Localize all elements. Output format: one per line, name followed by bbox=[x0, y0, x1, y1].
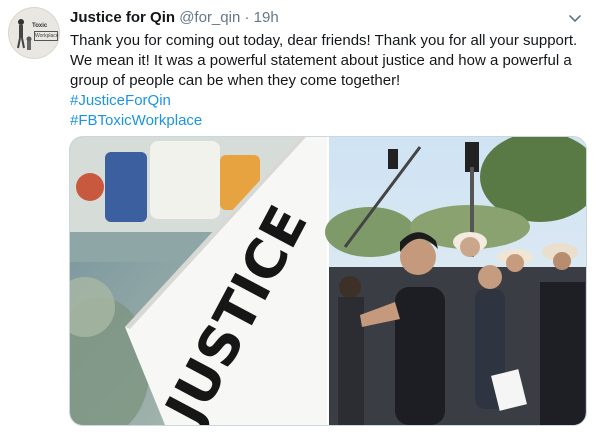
avatar-subtitle: Workplace bbox=[34, 31, 59, 41]
tweet-media[interactable]: JUSTICE bbox=[69, 136, 587, 426]
separator-dot: · bbox=[244, 9, 250, 26]
photo-justice-sign[interactable]: JUSTICE bbox=[70, 137, 327, 425]
hashtag-fbtoxicworkplace[interactable]: #FBToxicWorkplace bbox=[70, 111, 585, 131]
avatar-title: Toxic bbox=[32, 23, 48, 29]
photo-crowd[interactable] bbox=[325, 137, 586, 425]
tweet-header: Justice for Qin @for_qin · 19h bbox=[70, 8, 279, 28]
tweet-body: Thank you for coming out today, dear fri… bbox=[70, 32, 578, 89]
avatar[interactable]: Toxic Workplace bbox=[8, 7, 60, 59]
chevron-down-icon[interactable] bbox=[566, 9, 584, 27]
tweet[interactable]: Toxic Workplace Justice for Qin @for_qin… bbox=[0, 0, 600, 437]
display-name[interactable]: Justice for Qin bbox=[70, 9, 175, 26]
timestamp[interactable]: 19h bbox=[254, 9, 279, 26]
user-handle[interactable]: @for_qin bbox=[179, 9, 240, 26]
hashtag-justiceforqin[interactable]: #JusticeForQin bbox=[70, 91, 585, 111]
tweet-text: Thank you for coming out today, dear fri… bbox=[70, 31, 585, 131]
